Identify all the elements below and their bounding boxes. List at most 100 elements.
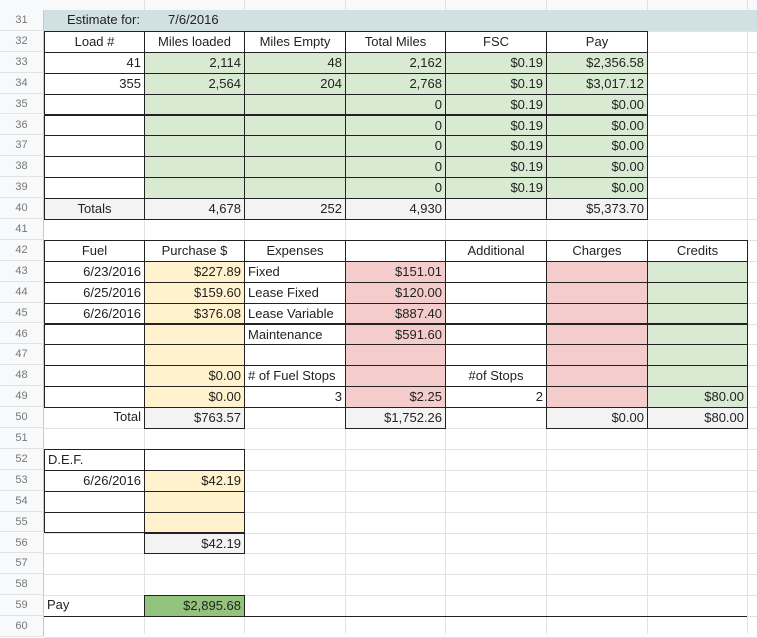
cell[interactable]: 6/26/2016: [44, 302, 145, 325]
cell[interactable]: [546, 302, 648, 325]
row-number[interactable]: 37: [0, 135, 44, 157]
totals-label[interactable]: Totals: [44, 198, 145, 220]
header-expenses[interactable]: Expenses: [244, 239, 346, 262]
row-number[interactable]: 35: [0, 93, 44, 115]
credits-total[interactable]: $80.00: [647, 407, 748, 429]
header-load[interactable]: Load #: [44, 30, 145, 53]
cell[interactable]: 6/23/2016: [44, 260, 145, 283]
cell[interactable]: [244, 177, 346, 200]
cell[interactable]: $0.00: [546, 114, 648, 137]
cell[interactable]: [647, 281, 748, 304]
cell[interactable]: [44, 323, 145, 346]
row-number[interactable]: 33: [0, 51, 44, 73]
cell[interactable]: 2: [445, 386, 547, 409]
row-number[interactable]: 48: [0, 365, 44, 387]
cell[interactable]: [345, 365, 446, 388]
cell[interactable]: 0: [345, 135, 446, 158]
cell[interactable]: [445, 281, 547, 304]
cell[interactable]: 2,162: [345, 51, 446, 74]
cell[interactable]: $42.19: [144, 469, 245, 492]
cell[interactable]: [647, 323, 748, 346]
cell[interactable]: 2,114: [144, 51, 245, 74]
cell[interactable]: [44, 114, 145, 137]
row-number[interactable]: 46: [0, 323, 44, 345]
cell[interactable]: 0: [345, 114, 446, 137]
row-number[interactable]: 51: [0, 428, 44, 449]
row-number[interactable]: 54: [0, 490, 44, 512]
header-def[interactable]: D.E.F.: [44, 448, 145, 471]
row-number[interactable]: 32: [0, 30, 44, 52]
header-additional[interactable]: Additional: [445, 239, 547, 262]
cell[interactable]: [144, 177, 245, 200]
row-number[interactable]: 39: [0, 177, 44, 199]
header-credits[interactable]: Credits: [647, 239, 748, 262]
cell[interactable]: [244, 156, 346, 179]
cell[interactable]: [546, 386, 648, 409]
cell[interactable]: [546, 260, 648, 283]
cell[interactable]: [244, 344, 346, 367]
cell[interactable]: $3,017.12: [546, 72, 648, 95]
cell[interactable]: $0.00: [546, 177, 648, 200]
cell[interactable]: $0.19: [445, 156, 547, 179]
cell[interactable]: [44, 156, 145, 179]
row-number[interactable]: 36: [0, 114, 44, 136]
cell[interactable]: $0.00: [546, 93, 648, 116]
cell[interactable]: [144, 135, 245, 158]
cell[interactable]: [44, 177, 145, 200]
cell[interactable]: $159.60: [144, 281, 245, 304]
spreadsheet-grid[interactable]: 31 32 33 34 35 36 37 38 39 40 41 42 43 44 45 46 47 48 49 50…: [0, 0, 757, 638]
cell[interactable]: [445, 302, 547, 325]
cell[interactable]: #of Stops: [445, 365, 547, 388]
cell[interactable]: 4,678: [144, 198, 245, 220]
row-number[interactable]: 53: [0, 469, 44, 491]
estimate-date[interactable]: 7/6/2016: [165, 10, 260, 31]
cell[interactable]: 252: [244, 198, 346, 220]
cell[interactable]: Lease Variable: [244, 302, 346, 325]
cell[interactable]: $0.00: [144, 386, 245, 409]
cell[interactable]: [144, 93, 245, 116]
cell[interactable]: $887.40: [345, 302, 446, 325]
cell[interactable]: [647, 344, 748, 367]
cell[interactable]: [345, 239, 446, 262]
header-fsc[interactable]: FSC: [445, 30, 547, 53]
cell[interactable]: $0.00: [546, 135, 648, 158]
cell[interactable]: $0.19: [445, 72, 547, 95]
row-number[interactable]: 57: [0, 553, 44, 575]
row-number[interactable]: 47: [0, 344, 44, 366]
cell[interactable]: 2,564: [144, 72, 245, 95]
cell[interactable]: 41: [44, 51, 145, 74]
total-pay[interactable]: $5,373.70: [546, 198, 648, 220]
cell[interactable]: [647, 365, 748, 388]
row-number[interactable]: 43: [0, 260, 44, 282]
cell[interactable]: [445, 323, 547, 346]
def-total[interactable]: $42.19: [144, 532, 245, 555]
cell[interactable]: [44, 344, 145, 367]
row-number[interactable]: 52: [0, 448, 44, 470]
cell[interactable]: [44, 490, 145, 513]
estimate-label[interactable]: Estimate for:: [64, 10, 160, 31]
row-number[interactable]: 41: [0, 219, 44, 240]
cell[interactable]: 6/26/2016: [44, 469, 145, 492]
row-number[interactable]: 49: [0, 386, 44, 408]
cell[interactable]: [44, 365, 145, 388]
cell[interactable]: 6/25/2016: [44, 281, 145, 304]
cell[interactable]: [546, 344, 648, 367]
cell[interactable]: $151.01: [345, 260, 446, 283]
cell[interactable]: [546, 365, 648, 388]
cell[interactable]: $591.60: [345, 323, 446, 346]
cell[interactable]: 0: [345, 177, 446, 200]
cell[interactable]: [244, 93, 346, 116]
cell[interactable]: [445, 198, 547, 220]
cell[interactable]: $227.89: [144, 260, 245, 283]
row-number[interactable]: 58: [0, 574, 44, 596]
cell[interactable]: [647, 260, 748, 283]
cell[interactable]: [44, 93, 145, 116]
cell[interactable]: $0.00: [144, 365, 245, 388]
row-number[interactable]: 34: [0, 72, 44, 94]
header-pay[interactable]: Pay: [546, 30, 648, 53]
cell[interactable]: [445, 344, 547, 367]
row-number[interactable]: 59: [0, 595, 44, 617]
cell[interactable]: Lease Fixed: [244, 281, 346, 304]
cell[interactable]: [144, 344, 245, 367]
cell[interactable]: 204: [244, 72, 346, 95]
